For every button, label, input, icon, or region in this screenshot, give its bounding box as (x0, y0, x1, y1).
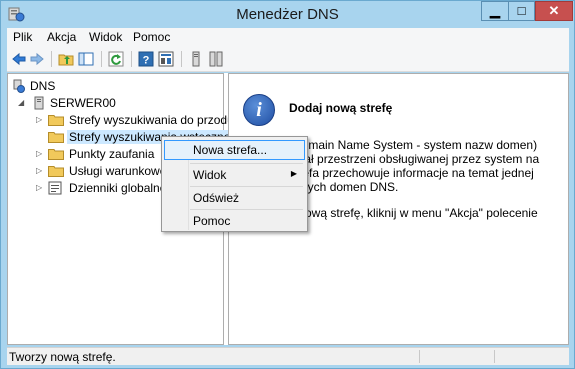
collapsed-arrow-icon[interactable]: ▷ (36, 149, 44, 159)
menu-item-label: Nowa strefa... (193, 143, 268, 157)
menu-pomoc[interactable]: Pomoc (133, 30, 170, 44)
folder-icon (48, 149, 64, 160)
status-bar: Tworzy nową strefę. (7, 347, 569, 365)
toolbar-separator (101, 51, 102, 67)
context-menu: Nowa strefa... Widok ▶ Odśwież Pomoc (161, 136, 308, 232)
collapsed-arrow-icon[interactable]: ▷ (36, 183, 44, 193)
menu-item-refresh[interactable]: Odśwież (164, 188, 305, 208)
title-bar[interactable]: Menedżer DNS ▁ □ ✕ (1, 1, 574, 27)
menu-bar: Plik Akcja Widok Pomoc (7, 28, 569, 47)
menu-akcja[interactable]: Akcja (47, 30, 76, 44)
svg-text:?: ? (143, 55, 150, 67)
toolbar-separator (51, 51, 52, 67)
toolbar-separator (131, 51, 132, 67)
app-window: Menedżer DNS ▁ □ ✕ Plik Akcja Widok Pomo… (0, 0, 575, 369)
menu-item-label: Pomoc (193, 214, 231, 228)
collapsed-arrow-icon[interactable]: ▷ (36, 166, 44, 176)
menu-separator (190, 163, 303, 164)
menu-item-label: Odśwież (193, 191, 240, 205)
expanded-arrow-icon[interactable]: ◢ (18, 98, 26, 108)
dns-icon (13, 79, 25, 93)
tree-item-label: DNS (30, 79, 56, 93)
menu-item-help[interactable]: Pomoc (164, 211, 305, 231)
collapsed-arrow-icon[interactable]: ▷ (36, 115, 44, 125)
server-icon[interactable] (188, 51, 204, 67)
menu-separator (190, 186, 303, 187)
tree-item-label: Strefy wyszukiwania do przodu (69, 113, 234, 127)
tree-item-label: SERWER00 (50, 96, 116, 110)
minimize-icon: ▁ (490, 3, 500, 18)
folder-icon (48, 132, 64, 143)
properties-icon[interactable] (158, 51, 174, 67)
toolbar: ? (7, 47, 569, 72)
server-icon (34, 96, 44, 110)
detail-line: (Domain Name System - system nazw domen) (289, 138, 538, 152)
menu-plik[interactable]: Plik (13, 30, 32, 44)
log-icon (48, 181, 62, 195)
status-divider (494, 350, 495, 363)
server-list-icon[interactable] (208, 51, 224, 67)
submenu-arrow-icon: ▶ (290, 169, 297, 178)
close-button[interactable]: ✕ (535, 1, 573, 21)
toolbar-separator (181, 51, 182, 67)
menu-item-new-zone[interactable]: Nowa strefa... (164, 140, 305, 160)
maximize-button[interactable]: □ (508, 1, 535, 21)
show-hide-tree-icon[interactable] (78, 51, 94, 67)
tree-item-label: Dzienniki globalne (69, 181, 167, 195)
close-icon: ✕ (548, 3, 560, 18)
info-icon: i (243, 94, 275, 126)
menu-separator (190, 209, 303, 210)
tree-item-label: Punkty zaufania (69, 147, 155, 161)
detail-line: dział przestrzeni obsługiwanej przez sys… (289, 152, 540, 166)
detail-line: ć nową strefę, kliknij w menu "Akcja" po… (289, 206, 538, 220)
detail-line: strefa przechowuje informacje na temat j… (289, 166, 534, 180)
refresh-icon[interactable] (108, 51, 124, 67)
forward-arrow-icon[interactable] (29, 51, 45, 67)
menu-item-label: Widok (193, 168, 227, 182)
minimize-button[interactable]: ▁ (481, 1, 508, 21)
status-divider (419, 350, 420, 363)
menu-widok[interactable]: Widok (89, 30, 122, 44)
detail-description: (Domain Name System - system nazw domen)… (289, 138, 568, 246)
back-arrow-icon[interactable] (11, 51, 27, 67)
up-folder-icon[interactable] (58, 51, 74, 67)
folder-icon (48, 115, 64, 126)
maximize-icon: □ (517, 3, 526, 18)
detail-title: Dodaj nową strefę (289, 101, 393, 115)
status-text: Tworzy nową strefę. (9, 350, 116, 364)
menu-item-view[interactable]: Widok ▶ (164, 165, 305, 185)
folder-icon (48, 166, 64, 177)
help-icon[interactable]: ? (138, 51, 154, 67)
